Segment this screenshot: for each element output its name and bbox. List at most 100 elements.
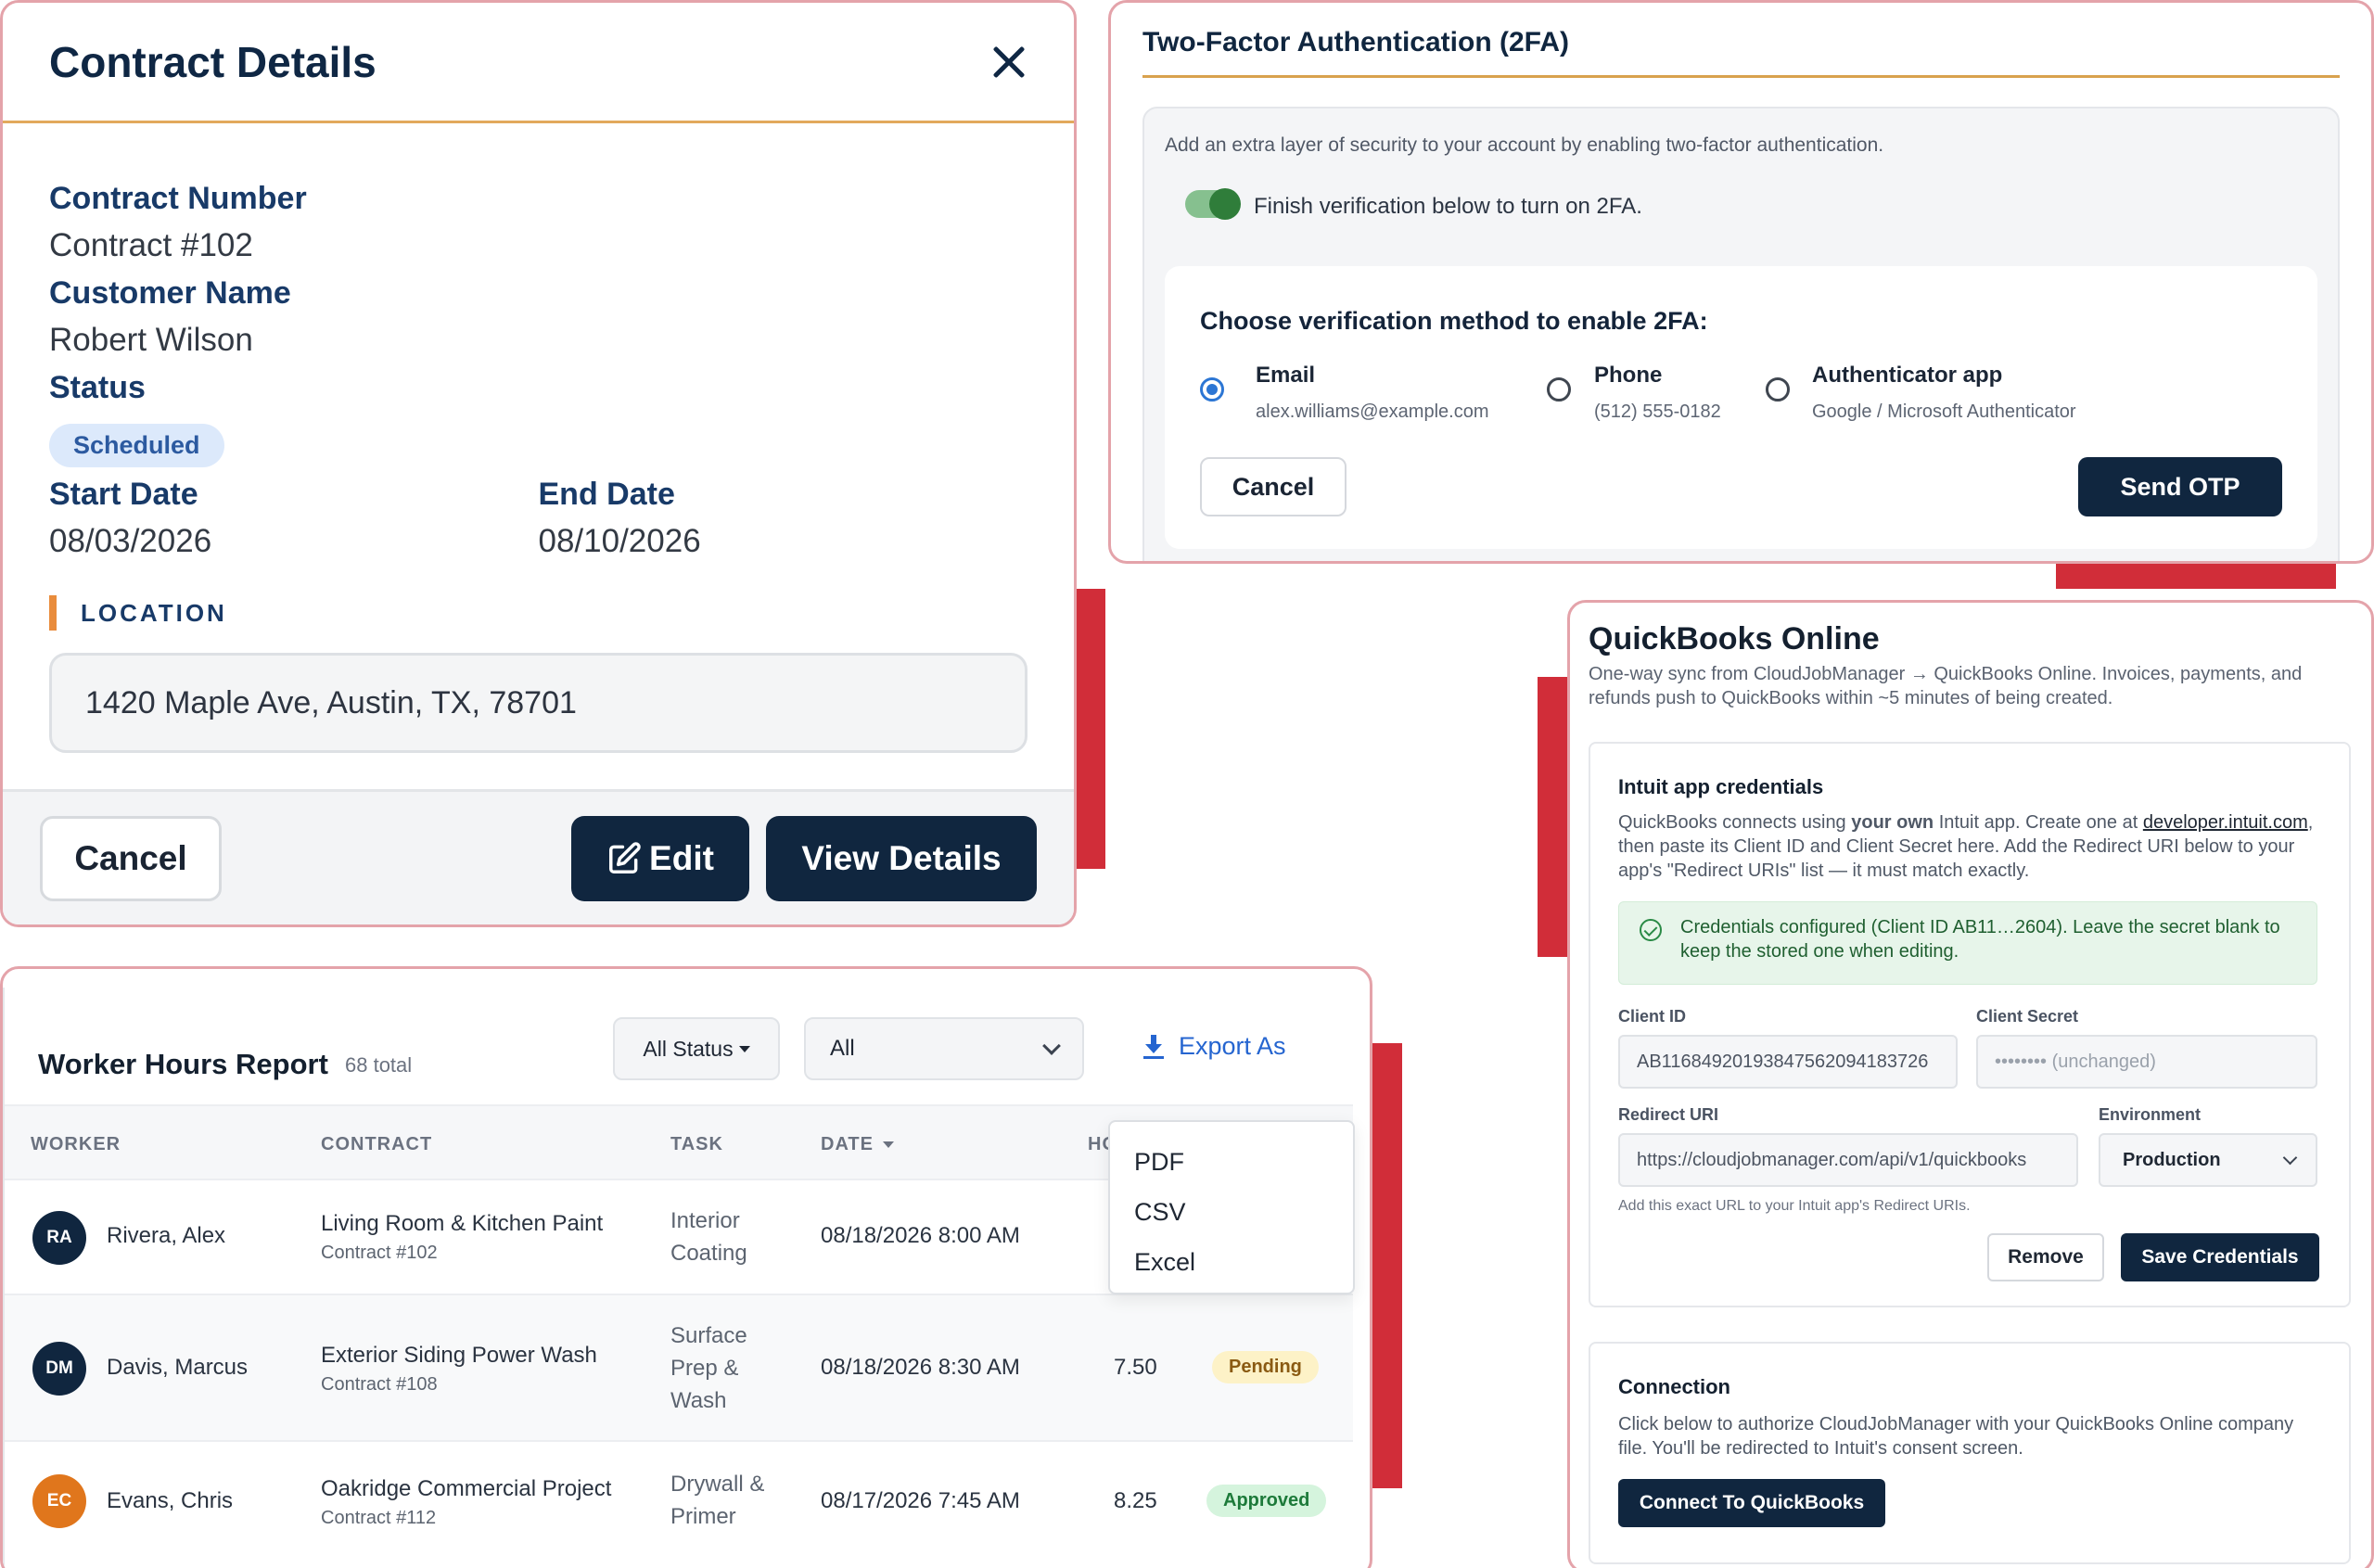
contract-name: Oakridge Commercial Project	[321, 1476, 612, 1501]
contract-number-label: Contract Number	[49, 181, 307, 216]
avatar: EC	[32, 1474, 86, 1528]
dialog-footer: Cancel Edit View Details	[3, 789, 1074, 924]
check-circle-icon	[1640, 919, 1662, 941]
export-pdf-item[interactable]: PDF	[1110, 1139, 1353, 1189]
email-option-title: Email	[1256, 363, 1316, 388]
export-button[interactable]: Export As	[1143, 1032, 1286, 1061]
col-date-label: DATE	[821, 1134, 874, 1154]
col-worker[interactable]: WORKER	[31, 1134, 121, 1155]
export-excel-item[interactable]: Excel	[1110, 1239, 1353, 1289]
caret-down-icon	[738, 1045, 750, 1052]
edit-icon	[609, 841, 641, 873]
task-cell: Surface Prep & Wash	[670, 1323, 747, 1413]
contract-number-value: Contract #102	[49, 227, 253, 263]
location-field: 1420 Maple Ave, Austin, TX, 78701	[49, 653, 1027, 753]
worker-name: Rivera, Alex	[107, 1223, 226, 1248]
twofa-title: Two-Factor Authentication (2FA)	[1142, 27, 1569, 57]
accent-bar	[1538, 677, 1571, 957]
accent-bar	[1074, 589, 1105, 869]
download-icon	[1143, 1034, 1164, 1059]
section-marker	[49, 595, 57, 631]
contract-name: Exterior Siding Power Wash	[321, 1343, 597, 1368]
edit-button[interactable]: Edit	[571, 815, 749, 901]
all-filter[interactable]: All	[804, 1017, 1084, 1080]
task-cell: Interior Coating	[670, 1208, 747, 1266]
remove-button[interactable]: Remove	[1987, 1233, 2104, 1281]
configured-message: Credentials configured (Client ID AB11…2…	[1680, 917, 2280, 962]
authenticator-radio[interactable]	[1766, 377, 1790, 402]
end-date-value: 08/10/2026	[538, 523, 701, 559]
chevron-down-icon	[1042, 1037, 1061, 1055]
send-otp-button[interactable]: Send OTP	[2078, 457, 2282, 516]
avatar: DM	[32, 1342, 86, 1396]
client-id-label: Client ID	[1618, 1007, 1687, 1026]
contract-number: Contract #112	[321, 1508, 437, 1528]
table-row[interactable]: EC Evans, Chris Oakridge Commercial Proj…	[5, 1442, 1353, 1568]
col-date[interactable]: DATE	[821, 1134, 894, 1155]
environment-label: Environment	[2099, 1105, 2202, 1124]
authenticator-option-title: Authenticator app	[1812, 363, 2003, 388]
contract-number: Contract #108	[321, 1374, 438, 1395]
customer-name-value: Robert Wilson	[49, 322, 253, 358]
email-radio[interactable]	[1200, 377, 1224, 402]
client-secret-label: Client Secret	[1976, 1007, 2079, 1026]
edit-label: Edit	[649, 838, 714, 877]
twofa-toggle[interactable]	[1185, 188, 1241, 220]
phone-radio[interactable]	[1547, 377, 1571, 402]
environment-select[interactable]: Production	[2099, 1133, 2317, 1187]
table-row[interactable]: DM Davis, Marcus Exterior Siding Power W…	[5, 1295, 1353, 1442]
avatar: RA	[32, 1211, 86, 1265]
close-icon[interactable]	[990, 44, 1027, 81]
cancel-button[interactable]: Cancel	[40, 815, 222, 901]
col-task[interactable]: TASK	[670, 1134, 723, 1155]
contract-details-dialog: Contract Details Contract Number Contrac…	[0, 0, 1077, 927]
col-contract[interactable]: CONTRACT	[321, 1134, 432, 1155]
credentials-description: QuickBooks connects using your own Intui…	[1618, 812, 2314, 881]
worker-hours-panel: Worker Hours Report 68 total All Status …	[0, 966, 1372, 1568]
redirect-uri-input[interactable]: https://cloudjobmanager.com/api/v1/quick…	[1618, 1133, 2078, 1187]
status-label: Status	[49, 370, 146, 405]
credentials-card: Intuit app credentials QuickBooks connec…	[1589, 742, 2351, 1307]
sort-desc-icon	[882, 1141, 894, 1149]
verification-method-card: Choose verification method to enable 2FA…	[1165, 266, 2317, 549]
report-total: 68 total	[345, 1053, 413, 1077]
twofa-description: Add an extra layer of security to your a…	[1165, 134, 1884, 156]
date-cell: 08/17/2026 7:45 AM	[821, 1488, 1020, 1513]
start-date-label: Start Date	[49, 477, 198, 512]
contract-cell: Exterior Siding Power Wash Contract #108	[321, 1340, 597, 1397]
report-title: Worker Hours Report	[38, 1048, 328, 1080]
connection-card: Connection Click below to authorize Clou…	[1589, 1342, 2351, 1564]
divider	[1142, 75, 2340, 78]
phone-option-sub: (512) 555-0182	[1594, 402, 1721, 422]
credentials-title: Intuit app credentials	[1618, 775, 1824, 798]
redirect-uri-label: Redirect URI	[1618, 1105, 1719, 1124]
configured-alert: Credentials configured (Client ID AB11…2…	[1618, 901, 2317, 985]
view-details-button[interactable]: View Details	[766, 815, 1037, 901]
quickbooks-description: One-way sync from CloudJobManager → Quic…	[1589, 664, 2303, 708]
dialog-header: Contract Details	[3, 3, 1074, 123]
contract-number: Contract #102	[321, 1243, 438, 1263]
email-option-sub: alex.williams@example.com	[1256, 402, 1489, 422]
worker-name: Davis, Marcus	[107, 1355, 249, 1380]
status-filter-value: All Status	[643, 1036, 734, 1061]
connect-quickbooks-button[interactable]: Connect To QuickBooks	[1618, 1479, 1885, 1527]
redirect-hint: Add this exact URL to your Intuit app's …	[1618, 1198, 1971, 1214]
phone-option-title: Phone	[1594, 363, 1663, 388]
two-factor-panel: Two-Factor Authentication (2FA) Add an e…	[1108, 0, 2374, 564]
developer-link[interactable]: developer.intuit.com	[2143, 812, 2308, 833]
quickbooks-panel: QuickBooks Online One-way sync from Clou…	[1567, 600, 2374, 1568]
client-secret-input[interactable]: •••••••• (unchanged)	[1976, 1035, 2317, 1089]
export-csv-item[interactable]: CSV	[1110, 1189, 1353, 1239]
status-filter[interactable]: All Status	[613, 1017, 780, 1080]
end-date-label: End Date	[538, 477, 675, 512]
contract-name: Living Room & Kitchen Paint	[321, 1211, 604, 1236]
save-credentials-button[interactable]: Save Credentials	[2121, 1233, 2319, 1281]
date-cell: 08/18/2026 8:00 AM	[821, 1223, 1020, 1248]
accent-bar	[1371, 1043, 1402, 1488]
customer-name-label: Customer Name	[49, 275, 291, 311]
client-id-input[interactable]: AB11684920193847562094183726	[1618, 1035, 1958, 1089]
cancel-button[interactable]: Cancel	[1200, 457, 1347, 516]
environment-value: Production	[2123, 1149, 2221, 1170]
export-menu: PDF CSV Excel	[1108, 1120, 1355, 1294]
status-badge: Pending	[1212, 1351, 1319, 1383]
